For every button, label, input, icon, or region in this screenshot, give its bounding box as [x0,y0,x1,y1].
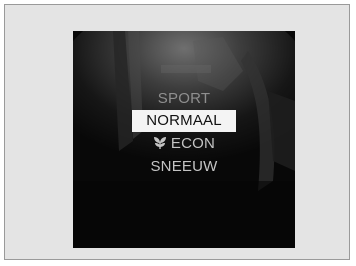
figure-frame: SPORT NORMAAL ECON SNEEUW [4,4,350,260]
leaf-icon [153,137,166,149]
mode-option-normaal[interactable]: NORMAAL [132,110,236,132]
drive-mode-menu: SPORT NORMAAL ECON SNEEUW [73,87,295,178]
mode-label-sneeuw: SNEEUW [150,158,218,175]
mode-label-econ: ECON [170,135,216,152]
display-screen: SPORT NORMAAL ECON SNEEUW [73,31,295,248]
mode-option-sneeuw[interactable]: SNEEUW [73,155,295,178]
mode-option-econ[interactable]: ECON [73,132,295,155]
mode-option-sport[interactable]: SPORT [73,87,295,110]
mode-label-sport: SPORT [157,90,211,107]
mode-label-normaal: NORMAAL [146,112,222,129]
